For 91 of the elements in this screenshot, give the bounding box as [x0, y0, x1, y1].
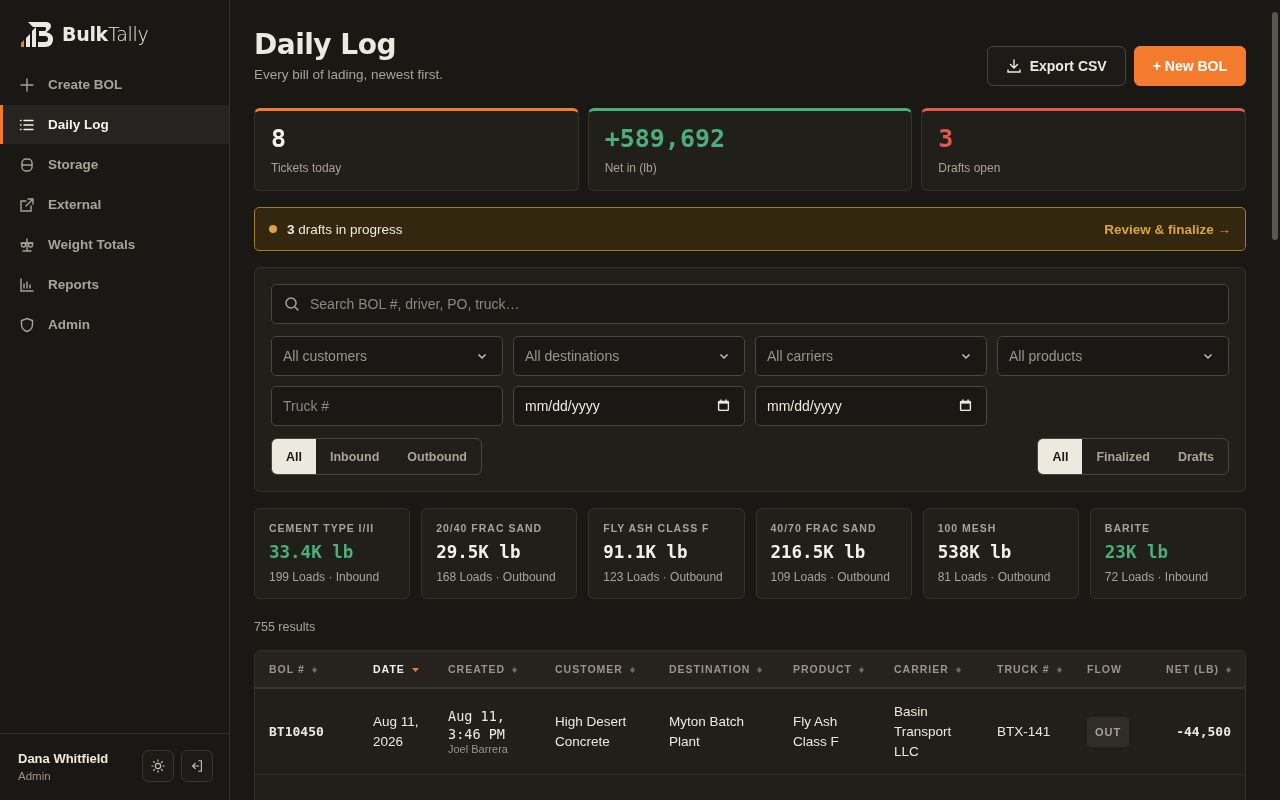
- column-header[interactable]: BOL #: [255, 651, 359, 688]
- column-header[interactable]: FLOW: [1073, 651, 1151, 688]
- review-link[interactable]: Review & finalize →: [1104, 221, 1231, 237]
- column-header[interactable]: PRODUCT: [779, 651, 880, 688]
- product-name: BARITE: [1104, 522, 1151, 534]
- external-link-icon: [19, 196, 35, 213]
- date-field[interactable]: mm/dd/yyyy: [513, 386, 745, 426]
- stat-label: Net in (lb): [604, 161, 658, 175]
- table-cell-text: BTX-141: [997, 722, 1052, 741]
- product-name: 100 MESH: [937, 522, 998, 534]
- bol-number: BT10450: [269, 722, 325, 741]
- calendar-icon[interactable]: [717, 399, 730, 412]
- column-header[interactable]: TRUCK #: [983, 651, 1073, 688]
- filter-dropdown[interactable]: All customers: [271, 336, 503, 376]
- product-detail: 199 Loads · Inbound: [269, 570, 381, 584]
- created-time: Aug 11, 3:46 PM: [448, 707, 506, 743]
- filter-dropdown[interactable]: All products: [997, 336, 1229, 376]
- product-detail: 123 Loads · Outbound: [603, 570, 724, 584]
- product-weight: 91.1K lb: [603, 542, 689, 562]
- status-tab[interactable]: Drafts: [1163, 439, 1228, 474]
- flow-tab[interactable]: All: [272, 439, 316, 474]
- brand-name: BulkTally: [62, 23, 149, 45]
- page-subtitle: Every bill of lading, newest first.: [254, 67, 444, 82]
- column-header[interactable]: CREATED: [434, 651, 541, 688]
- user-name: Dana Whitfield: [18, 750, 110, 766]
- product-detail: 72 Loads · Inbound: [1104, 570, 1210, 584]
- product-weight: 33.4K lb: [269, 542, 355, 562]
- banner-text: 3 drafts in progress: [287, 221, 404, 237]
- product-detail: 109 Loads · Outbound: [770, 570, 891, 584]
- flow-tab[interactable]: Inbound: [316, 439, 394, 474]
- date-field[interactable]: mm/dd/yyyy: [755, 386, 987, 426]
- column-header[interactable]: NET (LB): [1151, 651, 1245, 688]
- export-button[interactable]: Export CSV: [986, 46, 1126, 86]
- product-name: 40/70 FRAC SAND: [770, 522, 878, 534]
- page-title: Daily Log: [254, 28, 397, 61]
- search-field[interactable]: Search BOL #, driver, PO, truck…: [271, 284, 1229, 324]
- status-tab[interactable]: All: [1038, 439, 1083, 474]
- stat-value: 8: [271, 124, 288, 153]
- filter-dropdown[interactable]: All carriers: [755, 336, 987, 376]
- stat-value: +589,692: [604, 124, 727, 153]
- stat-label: Drafts open: [938, 161, 1002, 175]
- product-detail: 81 Loads · Outbound: [937, 570, 1052, 584]
- nav-item[interactable]: Reports: [0, 265, 229, 304]
- search-icon: [284, 296, 300, 312]
- logo-icon: [20, 21, 54, 47]
- column-header[interactable]: CUSTOMER: [541, 651, 655, 688]
- column-header[interactable]: DATE: [359, 651, 434, 688]
- product-name: FLY ASH CLASS F: [603, 522, 711, 534]
- product-weight: 216.5K lb: [770, 542, 867, 562]
- product-weight: 23K lb: [1104, 542, 1170, 562]
- status-tab[interactable]: Finalized: [1082, 439, 1164, 474]
- net-weight: -44,500: [1175, 722, 1231, 741]
- nav-item[interactable]: Daily Log: [0, 105, 229, 144]
- table-cell-text: Myton Batch Plant: [669, 712, 746, 751]
- nav-item[interactable]: External: [0, 185, 229, 224]
- user-role: Admin: [18, 769, 52, 782]
- theme-button[interactable]: [142, 750, 174, 782]
- status-dot: [269, 225, 277, 233]
- column-header[interactable]: CARRIER: [880, 651, 983, 688]
- product-weight: 538K lb: [937, 542, 1013, 562]
- table-cell-text: Aug 11, 2026: [373, 712, 420, 751]
- product-detail: 168 Loads · Outbound: [436, 570, 557, 584]
- truck-field[interactable]: Truck #: [271, 386, 503, 426]
- nav-item[interactable]: Admin: [0, 305, 229, 344]
- flow-tab[interactable]: Outbound: [393, 439, 481, 474]
- scale-icon: [19, 236, 35, 253]
- calendar-icon[interactable]: [959, 399, 972, 412]
- flow-badge: OUT: [1087, 716, 1130, 747]
- column-header[interactable]: DESTINATION: [655, 651, 779, 688]
- stat-value: 3: [938, 124, 955, 153]
- logout-button[interactable]: [181, 750, 213, 782]
- filter-dropdown[interactable]: All destinations: [513, 336, 745, 376]
- sun-icon: [151, 759, 165, 773]
- stat-label: Tickets today: [271, 161, 343, 175]
- download-icon: [1005, 58, 1022, 74]
- table-cell-text: Basin Transport LLC: [894, 702, 953, 761]
- shield-icon: [19, 316, 35, 333]
- bar-chart-icon: [19, 276, 35, 293]
- product-name: 20/40 FRAC SAND: [436, 522, 544, 534]
- table-cell-text: High Desert Concrete: [555, 712, 628, 751]
- table-cell-text: Fly Ash Class F: [793, 712, 840, 751]
- plus-icon: [19, 76, 35, 93]
- nav-item[interactable]: Storage: [0, 145, 229, 184]
- created-by: Joel Barrera: [448, 743, 509, 756]
- product-weight: 29.5K lb: [436, 542, 522, 562]
- cylinder-icon: [19, 156, 35, 173]
- results-count: 755 results: [254, 620, 317, 634]
- nav-item[interactable]: Weight Totals: [0, 225, 229, 264]
- nav-item[interactable]: Create BOL: [0, 65, 229, 104]
- product-name: CEMENT TYPE I/II: [269, 522, 376, 534]
- logout-icon: [190, 759, 204, 773]
